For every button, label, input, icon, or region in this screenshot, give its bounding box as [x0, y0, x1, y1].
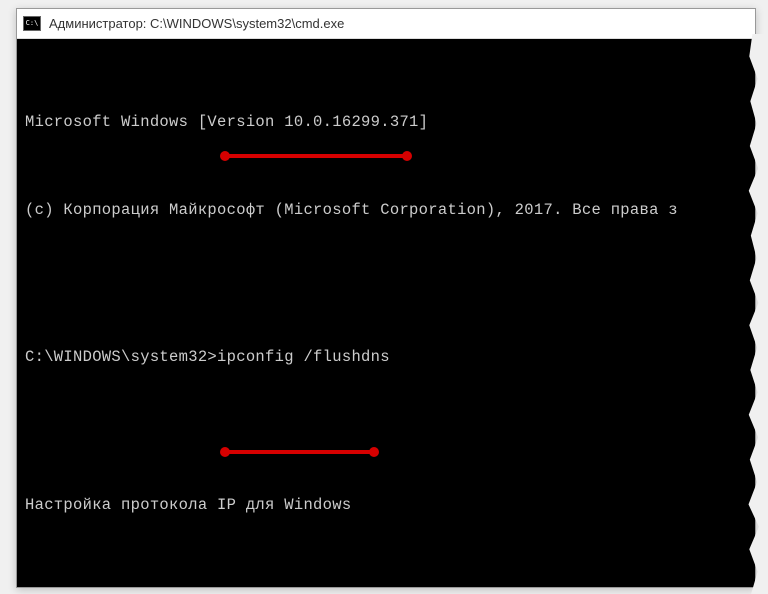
output-line: (c) Корпорация Майкрософт (Microsoft Cor… [25, 196, 747, 225]
output-line: Настройка протокола IP для Windows [25, 491, 747, 520]
console-output[interactable]: Microsoft Windows [Version 10.0.16299.37… [17, 39, 755, 587]
cmd-window: Администратор: C:\WINDOWS\system32\cmd.e… [16, 8, 756, 588]
titlebar[interactable]: Администратор: C:\WINDOWS\system32\cmd.e… [17, 9, 755, 39]
annotation-underline-1 [222, 154, 410, 158]
output-line: Microsoft Windows [Version 10.0.16299.37… [25, 108, 747, 137]
cmd-icon [23, 16, 41, 31]
prompt-line: C:\WINDOWS\system32>ipconfig /flushdns [25, 343, 747, 372]
window-title: Администратор: C:\WINDOWS\system32\cmd.e… [49, 16, 344, 31]
annotation-underline-2 [222, 450, 377, 454]
